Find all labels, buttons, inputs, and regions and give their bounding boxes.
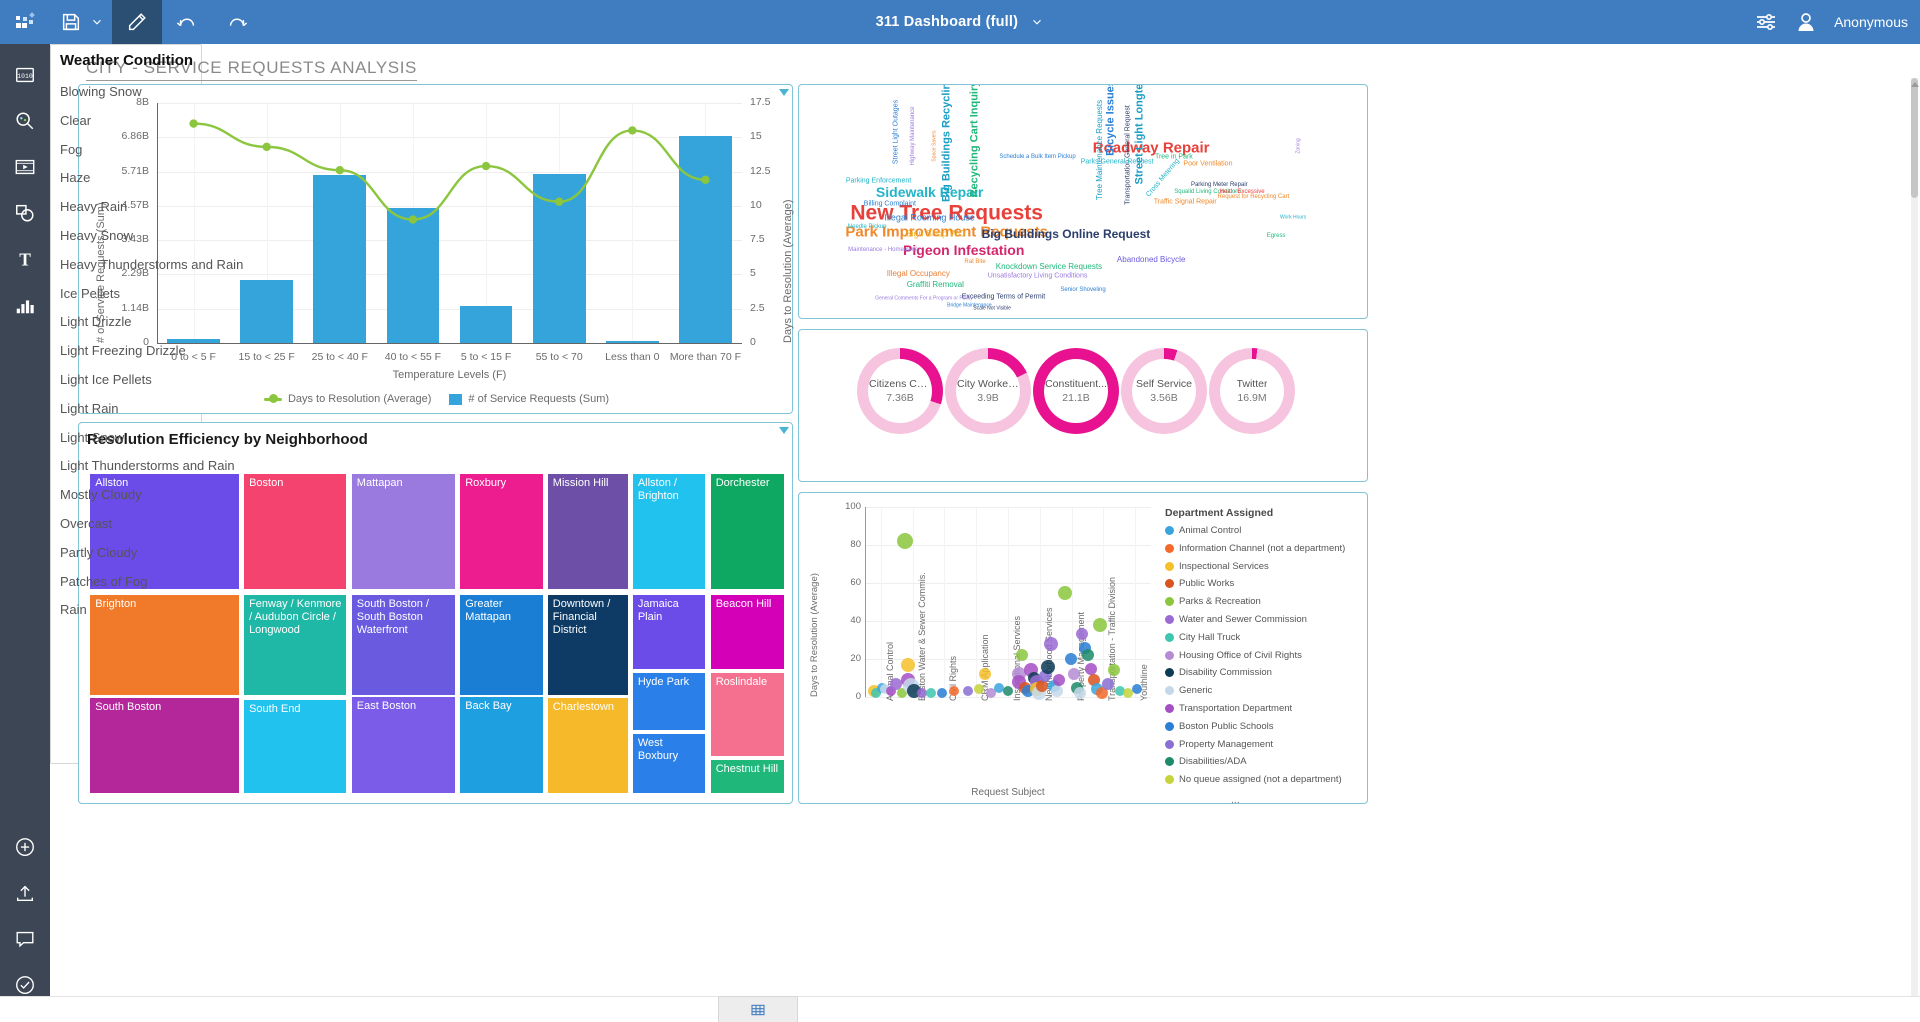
grid-table-icon	[750, 1002, 766, 1018]
rail-item-upload[interactable]	[0, 870, 50, 916]
weather-condition-item[interactable]: Heavy Thunderstorms and Rain	[60, 251, 1920, 280]
shapes-icon	[14, 202, 36, 224]
weather-condition-item[interactable]: Ice Pellets	[60, 280, 1920, 309]
sliders-icon[interactable]	[1754, 10, 1778, 34]
weather-scrollbar-thumb[interactable]	[1911, 78, 1918, 198]
sheet-tab[interactable]	[718, 996, 798, 1022]
weather-scroll-up-arrow-icon[interactable]	[1911, 82, 1919, 87]
data-icon: 1010	[14, 64, 36, 86]
toolbar-right-group: Anonymous	[1754, 0, 1908, 44]
add-icon	[14, 836, 36, 858]
weather-condition-item[interactable]: Partly Cloudy	[60, 539, 1920, 568]
chart-icon	[14, 294, 36, 316]
weather-condition-item[interactable]: Haze	[60, 164, 1920, 193]
accessibility-check-icon	[14, 974, 36, 996]
weather-scrollbar[interactable]	[1911, 78, 1918, 1018]
rail-item-shapes[interactable]	[0, 190, 50, 236]
save-dropdown-chevron-down-icon[interactable]	[82, 0, 112, 44]
weather-condition-item[interactable]: Light Drizzle	[60, 308, 1920, 337]
media-icon	[14, 156, 36, 178]
rail-item-media[interactable]	[0, 144, 50, 190]
weather-condition-item[interactable]: Clear	[60, 107, 1920, 136]
user-avatar-icon[interactable]	[1794, 10, 1818, 34]
rail-bottom-group	[0, 824, 50, 1008]
bottom-bar	[0, 996, 1920, 1022]
weather-condition-item[interactable]: Light Snow	[60, 424, 1920, 453]
weather-condition-item[interactable]: Light Rain	[60, 395, 1920, 424]
upload-icon	[14, 882, 36, 904]
rail-item-add[interactable]	[0, 824, 50, 870]
weather-panel-title: Weather Condition	[60, 52, 194, 69]
redo-icon[interactable]	[212, 0, 262, 44]
dashboard-canvas: CITY - SERVICE REQUESTS ANALYSIS # of Se…	[50, 44, 1920, 1022]
rail-item-comment[interactable]	[0, 916, 50, 962]
weather-condition-item[interactable]: Rain	[60, 596, 1920, 625]
left-rail: 1010 T	[0, 44, 50, 1022]
svg-text:1010: 1010	[17, 73, 33, 80]
rail-item-text[interactable]: T	[0, 236, 50, 282]
weather-condition-item[interactable]: Light Freezing Drizzle	[60, 337, 1920, 366]
user-name-label: Anonymous	[1834, 14, 1908, 30]
dashboard-title-bar: 311 Dashboard (full)	[0, 14, 1920, 30]
weather-condition-item[interactable]: Light Ice Pellets	[60, 366, 1920, 395]
weather-condition-item[interactable]: Heavy Rain	[60, 193, 1920, 222]
search-data-icon	[14, 110, 36, 132]
edit-pencil-icon[interactable]	[112, 0, 162, 44]
rail-item-search[interactable]	[0, 98, 50, 144]
rail-item-data[interactable]: 1010	[0, 52, 50, 98]
svg-text:T: T	[19, 249, 31, 269]
weather-condition-list[interactable]: Blowing Snow Clear Fog Haze Heavy Rain Heavy …	[50, 78, 1920, 1022]
dashboard-title[interactable]: 311 Dashboard (full)	[876, 14, 1019, 30]
weather-condition-item[interactable]: Heavy Snow	[60, 222, 1920, 251]
weather-condition-filter-panel[interactable]: Weather Condition Blowing Snow Clear Fog Ha…	[50, 44, 1919, 1018]
top-toolbar: 311 Dashboard (full) Anonymous	[0, 0, 1920, 44]
weather-condition-item[interactable]: Blowing Snow	[60, 78, 1920, 107]
dashboard-title-chevron-down-icon[interactable]	[1030, 15, 1044, 29]
undo-icon[interactable]	[162, 0, 212, 44]
weather-condition-item[interactable]: Light Thunderstorms and Rain	[60, 452, 1920, 481]
app-logo-icon[interactable]	[0, 0, 52, 44]
weather-condition-item[interactable]: Mostly Cloudy	[60, 481, 1920, 510]
save-button[interactable]	[52, 11, 82, 33]
weather-condition-item[interactable]: Patches of Fog	[60, 568, 1920, 597]
rail-item-charts[interactable]	[0, 282, 50, 328]
weather-condition-item[interactable]: Fog	[60, 136, 1920, 165]
weather-condition-item[interactable]: Overcast	[60, 510, 1920, 539]
rail-top-group: 1010 T	[0, 44, 50, 328]
comment-icon	[14, 928, 36, 950]
text-icon: T	[14, 248, 36, 270]
